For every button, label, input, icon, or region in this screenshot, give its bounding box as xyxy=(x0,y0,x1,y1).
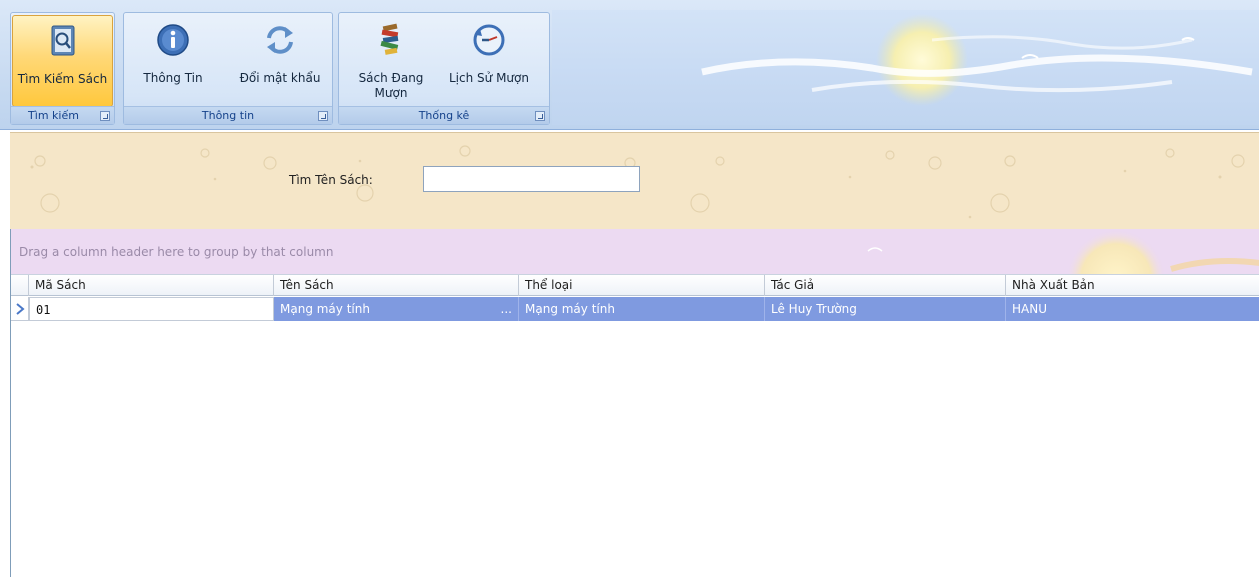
refresh-arrows-icon xyxy=(263,23,297,57)
cell-the-loai[interactable]: Mạng máy tính xyxy=(519,297,765,321)
column-header-ma-sach[interactable]: Mã Sách xyxy=(29,275,274,296)
ribbon-group-statistics: Sách Đang Mượn Lịch Sử Mượn Thống kê xyxy=(338,12,550,125)
search-book-icon xyxy=(46,24,80,58)
dialog-launcher-icon[interactable] xyxy=(535,111,545,121)
search-book-button[interactable]: Tìm Kiếm Sách xyxy=(12,15,113,107)
row-indicator[interactable] xyxy=(11,297,29,321)
ribbon: Tìm Kiếm Sách Tìm kiếm Thông Tin Đổi mật… xyxy=(0,0,1259,130)
cell-ma-sach[interactable]: 01 xyxy=(29,297,274,321)
chevron-right-icon xyxy=(16,303,25,315)
cell-ten-sach-text: Mạng máy tính xyxy=(280,302,370,316)
ribbon-group-info: Thông Tin Đổi mật khẩu Thông tin xyxy=(123,12,333,125)
dialog-launcher-icon[interactable] xyxy=(318,111,328,121)
history-clock-icon xyxy=(472,23,506,57)
book-title-search-input[interactable] xyxy=(423,166,640,192)
column-header-tac-gia[interactable]: Tác Giả xyxy=(765,275,1006,296)
search-panel: Tìm Tên Sách: xyxy=(10,132,1259,229)
column-header-the-loai[interactable]: Thể loại xyxy=(519,275,765,296)
info-label: Thông Tin xyxy=(143,71,203,85)
ribbon-group-label: Thống kê xyxy=(339,106,549,124)
cell-ellipsis-button[interactable]: ... xyxy=(501,297,512,321)
cell-ten-sach[interactable]: Mạng máy tính ... xyxy=(274,297,519,321)
dialog-launcher-icon[interactable] xyxy=(100,111,110,121)
ribbon-decoration xyxy=(552,10,1259,125)
table-row[interactable]: 01 Mạng máy tính ... Mạng máy tính Lê Hu… xyxy=(11,297,1259,321)
column-header-ten-sach[interactable]: Tên Sách xyxy=(274,275,519,296)
info-button[interactable]: Thông Tin xyxy=(132,15,214,107)
grid-header: Mã Sách Tên Sách Thể loại Tác Giả Nhà Xu… xyxy=(11,274,1259,296)
books-grid: Drag a column header here to group by th… xyxy=(10,229,1259,577)
group-by-hint: Drag a column header here to group by th… xyxy=(19,245,334,259)
cell-tac-gia[interactable]: Lê Huy Trường xyxy=(765,297,1006,321)
ribbon-group-label: Tìm kiếm xyxy=(11,106,114,124)
cell-nha-xuat-ban[interactable]: HANU xyxy=(1006,297,1259,321)
info-icon xyxy=(156,23,190,57)
group-by-panel[interactable]: Drag a column header here to group by th… xyxy=(11,229,1259,274)
borrow-history-label: Lịch Sử Mượn xyxy=(449,71,529,85)
ribbon-group-search: Tìm Kiếm Sách Tìm kiếm xyxy=(10,12,115,125)
row-indicator-header xyxy=(11,275,29,296)
change-password-label: Đổi mật khẩu xyxy=(239,71,321,85)
search-title-label: Tìm Tên Sách: xyxy=(289,173,373,187)
search-book-label: Tìm Kiếm Sách xyxy=(17,72,108,86)
borrowing-books-label: Sách Đang Mượn xyxy=(358,71,424,100)
borrowing-books-button[interactable]: Sách Đang Mượn xyxy=(349,15,433,107)
column-header-nha-xuat-ban[interactable]: Nhà Xuất Bản xyxy=(1006,275,1259,296)
ribbon-group-label: Thông tin xyxy=(124,106,332,124)
book-stack-icon xyxy=(374,23,408,57)
change-password-button[interactable]: Đổi mật khẩu xyxy=(228,15,332,107)
borrow-history-button[interactable]: Lịch Sử Mượn xyxy=(443,15,535,107)
